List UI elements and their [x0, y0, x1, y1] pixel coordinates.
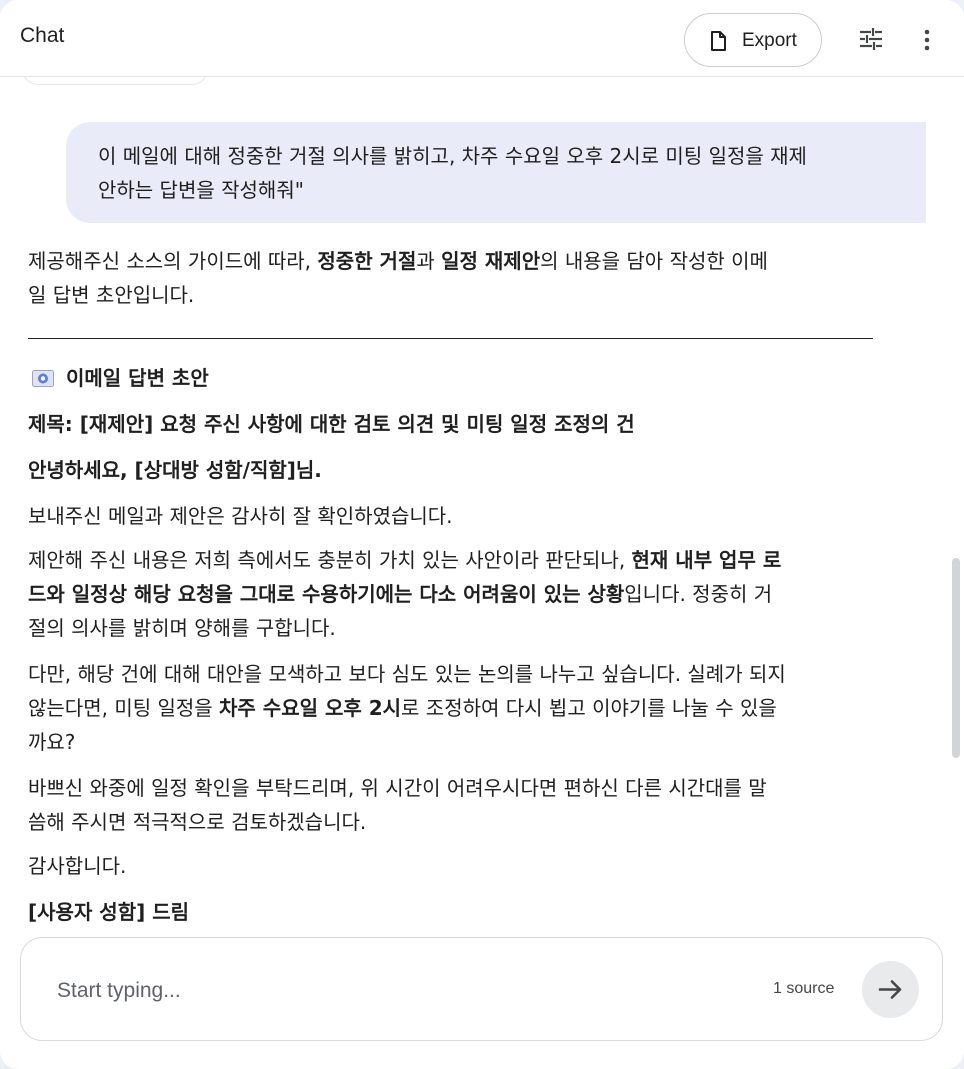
- intro-part: 의 내용을 담아 작성한 이메: [540, 249, 768, 273]
- text-run: 바쁘신 와중에 일정 확인을 부탁드리며, 위 시간이 어려우시다면 편하신 다…: [28, 776, 767, 800]
- text-run: 절의 의사를 밝히며 양해를 구합니다.: [28, 616, 336, 640]
- intro-part: 과: [416, 249, 442, 273]
- arrow-right-icon: [878, 980, 902, 999]
- chat-title: Chat: [20, 24, 65, 47]
- text-run: 입니다. 정중히 거: [624, 582, 773, 606]
- email-greeting: 안녕하세요, [상대방 성함/직함]님.: [28, 458, 322, 482]
- text-run: 로 조정하여 다시 뵙고 이야기를 나눌 수 있을: [401, 696, 777, 720]
- more-vert-icon[interactable]: [923, 29, 931, 51]
- text-run: 씀해 주시면 적극적으로 검토하겠습니다.: [28, 810, 367, 834]
- email-paragraph: 보내주신 메일과 제안은 감사히 잘 확인하였습니다.: [28, 504, 453, 528]
- text-run: 까요?: [28, 730, 76, 754]
- email-signature: [사용자 성함] 드림: [28, 900, 190, 924]
- intro-bold: 일정 재제안: [441, 249, 541, 273]
- document-icon: [711, 31, 726, 51]
- email-paragraph: 제안해 주신 내용은 저희 측에서도 충분히 가치 있는 사안이라 판단되나, …: [28, 543, 781, 645]
- message-input[interactable]: [55, 974, 739, 1008]
- chat-header: Chat Export: [0, 0, 964, 77]
- intro-part: 제공해주신 소스의 가이드에 따라,: [28, 249, 318, 273]
- export-button[interactable]: Export: [684, 13, 822, 67]
- text-run-bold: 현재 내부 업무 로: [631, 548, 782, 572]
- text-run: 않는다면, 미팅 일정을: [28, 696, 220, 720]
- email-subject: 제목: [재제안] 요청 주신 사항에 대한 검토 의견 및 미팅 일정 조정의…: [28, 412, 635, 436]
- intro-part: 일 답변 초안입니다.: [28, 283, 195, 307]
- email-closing: 감사합니다.: [28, 854, 127, 878]
- assistant-response: 제공해주신 소스의 가이드에 따라, 정중한 거절과 일정 재제안의 내용을 담…: [28, 244, 873, 924]
- user-message-line: 이 메일에 대해 정중한 거절 의사를 밝히고, 차주 수요일 오후 2시로 미…: [98, 144, 807, 168]
- email-icon: [32, 370, 54, 387]
- scrollbar-thumb[interactable]: [952, 558, 960, 758]
- divider: [28, 338, 873, 339]
- export-label: Export: [742, 30, 797, 51]
- email-paragraph: 다만, 해당 건에 대해 대안을 모색하고 보다 심도 있는 논의를 나누고 싶…: [28, 657, 786, 759]
- chat-panel: Chat Export 이 메일에 대해 정중한 거절 의사를 밝히고, 차주 …: [0, 0, 964, 1069]
- user-message: 이 메일에 대해 정중한 거절 의사를 밝히고, 차주 수요일 오후 2시로 미…: [66, 122, 926, 223]
- draft-heading: 이메일 답변 초안: [66, 366, 209, 390]
- text-run: 제안해 주신 내용은 저희 측에서도 충분히 가치 있는 사안이라 판단되나,: [28, 548, 632, 572]
- composer: 1 source: [20, 937, 943, 1041]
- text-run-bold: 차주 수요일 오후 2시: [219, 696, 402, 720]
- email-paragraph: 바쁘신 와중에 일정 확인을 부탁드리며, 위 시간이 어려우시다면 편하신 다…: [28, 771, 767, 839]
- text-run-bold: 드와 일정상 해당 요청을 그대로 수용하기에는 다소 어려움이 있는 상황: [28, 582, 625, 606]
- tune-icon[interactable]: [859, 28, 883, 50]
- send-button[interactable]: [862, 961, 919, 1018]
- text-run: 다만, 해당 건에 대해 대안을 모색하고 보다 심도 있는 논의를 나누고 싶…: [28, 662, 786, 686]
- source-count: 1 source: [773, 980, 835, 997]
- intro-bold: 정중한 거절: [317, 249, 417, 273]
- intro-text: 제공해주신 소스의 가이드에 따라, 정중한 거절과 일정 재제안의 내용을 담…: [28, 244, 873, 312]
- user-message-line: 안하는 답변을 작성해줘": [98, 178, 304, 202]
